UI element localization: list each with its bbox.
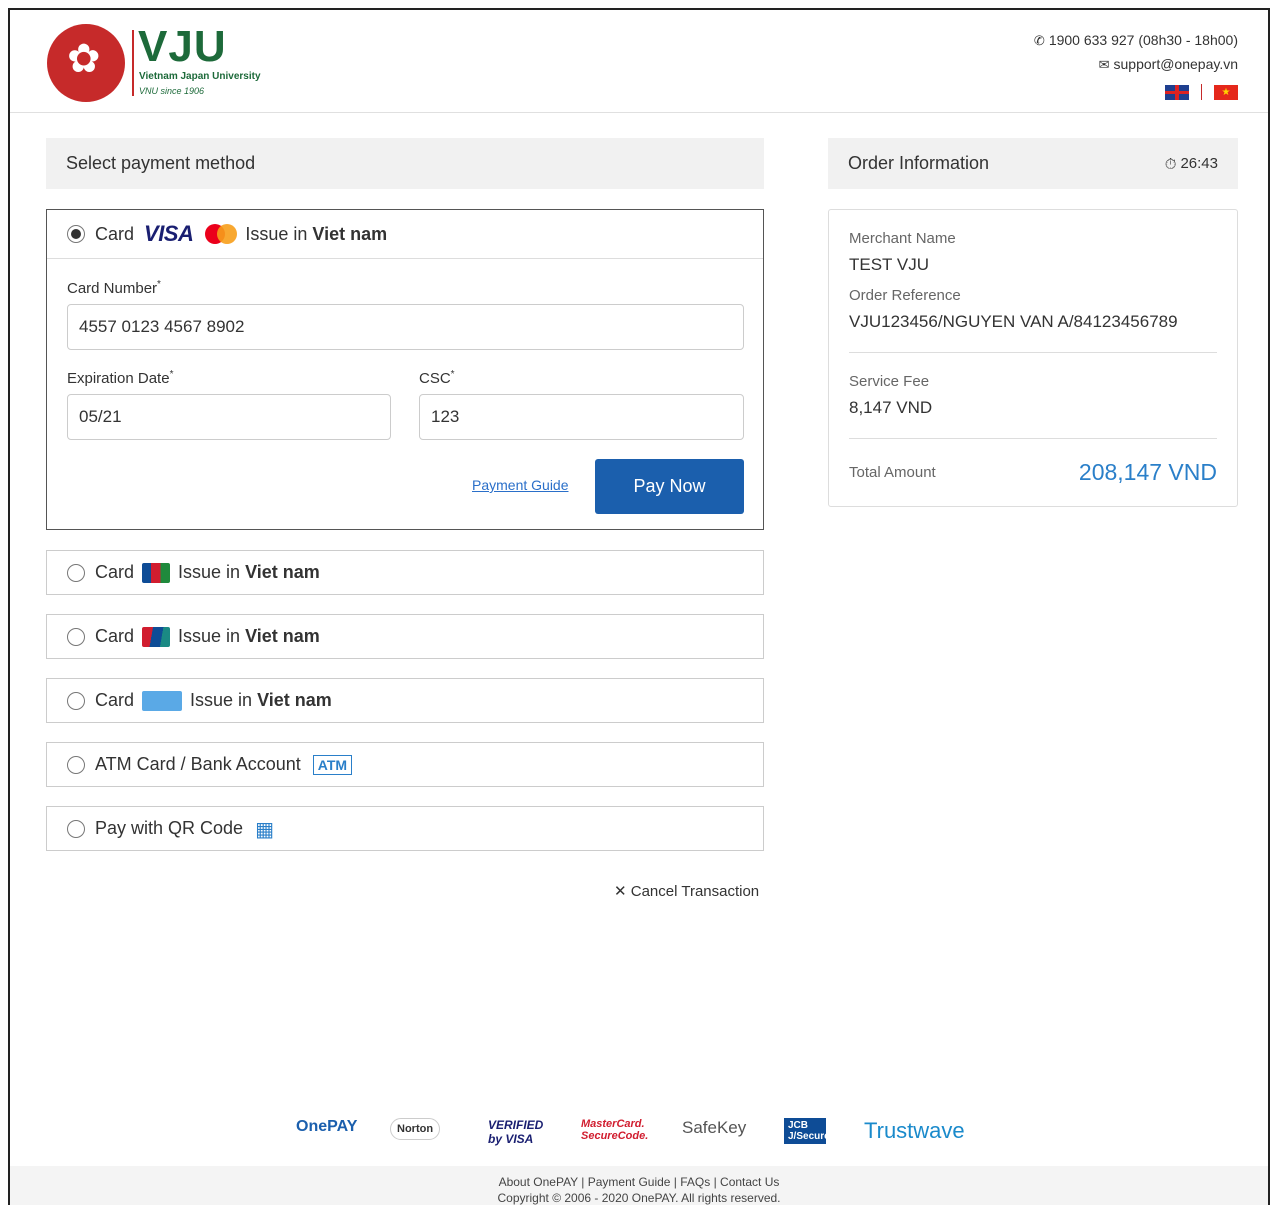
service-fee-value: 8,147 VND — [849, 398, 933, 417]
radio-unselected[interactable] — [67, 563, 85, 582]
issue-country: Viet nam — [245, 562, 320, 582]
atm-label: ATM Card / Bank Account — [95, 754, 301, 774]
card-number-label: Card Number* — [67, 279, 161, 297]
issue-in-text: Issue in — [190, 690, 253, 710]
card-option-amex[interactable]: Card Issue in Viet nam — [46, 678, 764, 723]
countdown-timer: ⏱ 26:43 — [1165, 153, 1218, 174]
card-option-unionpay[interactable]: Card Issue in Viet nam — [46, 614, 764, 659]
trustwave-logo: Trustwave — [864, 1118, 965, 1143]
payment-method-title: Select payment method — [66, 153, 256, 173]
option-header[interactable]: Card VISA Issue in Viet nam — [47, 210, 763, 259]
card-label: Card — [95, 223, 135, 244]
flag-divider — [1201, 84, 1202, 100]
amex-icon — [142, 690, 183, 711]
lotus-icon: ✿ — [67, 36, 101, 82]
total-amount-label: Total Amount — [849, 464, 936, 481]
card-option-visa-mastercard: Card VISA Issue in Viet nam Card Number*… — [46, 209, 764, 530]
csc-input[interactable]: 123 — [419, 394, 744, 440]
issue-in-text: Issue in — [245, 223, 308, 244]
expiration-date-input[interactable]: 05/21 — [67, 394, 391, 440]
total-amount-value: 208,147 VND — [1078, 459, 1217, 485]
qr-code-option[interactable]: Pay with QR Code ▦ — [46, 806, 764, 851]
norton-logo: Norton — [390, 1118, 441, 1140]
jcb-icon — [142, 562, 171, 583]
divider — [849, 438, 1217, 439]
merchant-name-label: Merchant Name — [849, 230, 956, 247]
expiration-date-label: Expiration Date* — [67, 369, 174, 387]
order-info-title: Order Information — [848, 153, 990, 173]
radio-selected[interactable] — [67, 225, 85, 243]
radio-unselected[interactable] — [67, 627, 85, 646]
onepay-logo: OnePAY — [296, 1118, 358, 1135]
radio-unselected[interactable] — [67, 755, 85, 774]
card-number-input[interactable]: 4557 0123 4567 8902 — [67, 304, 744, 350]
atm-icon: ATM — [312, 754, 353, 775]
vju-logo[interactable]: ✿ VJU Vietnam Japan University VNU since… — [47, 22, 267, 102]
pay-now-button[interactable]: Pay Now — [595, 459, 744, 514]
order-reference-value: VJU123456/NGUYEN VAN A/84123456789 — [849, 312, 1178, 331]
qr-code-icon: ▦ — [255, 816, 274, 841]
amex-safekey-logo: SafeKey — [682, 1118, 747, 1137]
envelope-icon: ✉ — [1098, 58, 1110, 73]
stopwatch-icon: ⏱ — [1164, 154, 1177, 173]
issue-in-text: Issue in — [178, 626, 241, 646]
card-option-jcb[interactable]: Card Issue in Viet nam — [46, 550, 764, 595]
qr-label: Pay with QR Code — [95, 818, 244, 838]
card-label: Card — [95, 690, 135, 710]
issue-in-text: Issue in — [178, 562, 241, 582]
timer-value: 26:43 — [1180, 155, 1218, 172]
radio-unselected[interactable] — [67, 819, 85, 838]
total-row: Total Amount 208,147 VND — [849, 459, 1217, 486]
payment-method-header: Select payment method — [46, 138, 764, 189]
cancel-label: Cancel Transaction — [630, 883, 760, 900]
vietnam-flag-icon[interactable]: ★ — [1214, 84, 1238, 100]
mastercard-securecode-logo: MasterCard. SecureCode. — [581, 1118, 649, 1142]
contact-info: ✆ 1900 633 927 (08h30 - 18h00) ✉ support@o… — [1034, 30, 1238, 104]
radio-unselected[interactable] — [67, 691, 85, 710]
card-label: Card — [95, 626, 135, 646]
header: ✿ VJU Vietnam Japan University VNU since… — [10, 10, 1268, 113]
jcb-jsecure-logo: JCB J/Secure — [784, 1118, 830, 1144]
order-info-panel: Merchant Name TEST VJU Order Reference V… — [828, 209, 1238, 507]
visa-icon: VISA — [144, 221, 194, 246]
order-info-header: Order Information ⏱ 26:43 — [828, 138, 1238, 189]
cancel-transaction-link[interactable]: ✕ Cancel Transaction — [614, 882, 759, 900]
atm-card-option[interactable]: ATM Card / Bank Account ATM — [46, 742, 764, 787]
card-label: Card — [95, 562, 135, 582]
copyright: Copyright © 2006 - 2020 OnePAY. All righ… — [497, 1191, 781, 1205]
phone-icon: ✆ — [1033, 34, 1045, 49]
english-flag-icon[interactable] — [1165, 84, 1189, 100]
csc-label: CSC* — [419, 369, 455, 387]
security-logos: OnePAY Norton VERIFIED by VISA MasterCar… — [0, 1114, 1273, 1154]
issue-country: Viet nam — [312, 223, 388, 244]
issue-country: Viet nam — [257, 690, 332, 710]
logo-text: VJU — [138, 22, 227, 71]
merchant-name-value: TEST VJU — [849, 255, 929, 274]
payment-guide-link[interactable]: Payment Guide — [472, 477, 569, 493]
issue-country: Viet nam — [245, 626, 320, 646]
logo-subtitle: Vietnam Japan University — [139, 71, 261, 82]
unionpay-icon — [142, 626, 171, 647]
divider — [849, 352, 1217, 353]
footer: About OnePAY | Payment Guide | FAQs | Co… — [10, 1166, 1268, 1205]
close-icon: ✕ — [614, 882, 627, 900]
verified-by-visa-logo: VERIFIED by VISA — [488, 1118, 544, 1146]
mastercard-icon — [205, 224, 238, 244]
phone-number: 1900 633 927 (08h30 - 18h00) — [1048, 32, 1238, 48]
logo-since: VNU since 1906 — [139, 86, 205, 96]
support-email[interactable]: support@onepay.vn — [1114, 56, 1238, 72]
logo-divider — [132, 30, 134, 96]
order-reference-label: Order Reference — [849, 287, 961, 304]
footer-links[interactable]: About OnePAY | Payment Guide | FAQs | Co… — [10, 1174, 1268, 1190]
service-fee-label: Service Fee — [849, 373, 930, 390]
